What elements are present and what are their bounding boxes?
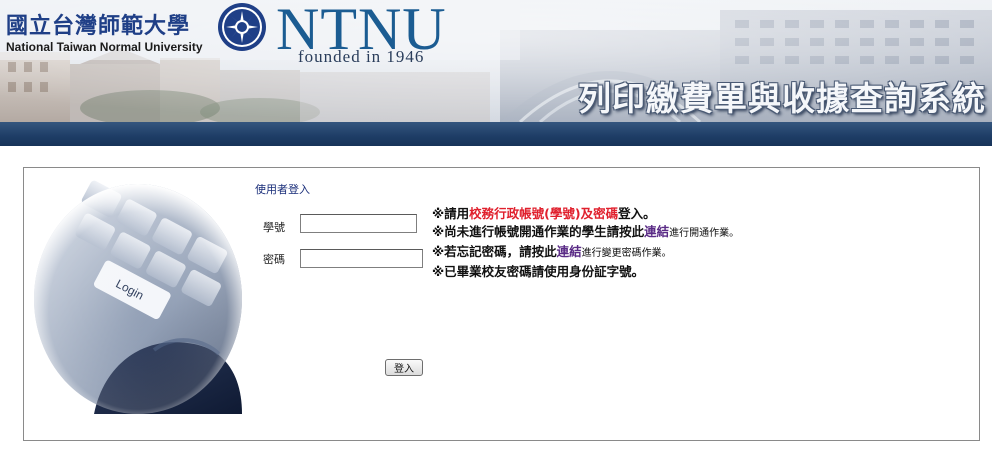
note-account-info: ※請用校務行政帳號(學號)及密碼登入。 [432, 205, 739, 223]
login-section-title: 使用者登入 [255, 183, 310, 196]
student-id-label: 學號 [263, 221, 285, 234]
note-text: ※尚未進行帳號開通作業的學生請按此 [432, 224, 645, 239]
note-text: ※請用 [432, 206, 470, 221]
note-text: ※若忘記密碼，請按此 [432, 244, 557, 259]
password-label: 密碼 [263, 253, 285, 266]
activate-account-link[interactable]: 連結 [644, 224, 669, 239]
note-activate-account: ※尚未進行帳號開通作業的學生請按此連結進行開通作業。 [432, 223, 739, 243]
change-password-link[interactable]: 連結 [557, 244, 582, 259]
note-highlight: 校務行政帳號(學號)及密碼 [469, 206, 619, 221]
university-seal-icon [218, 3, 266, 51]
university-name-chinese: 國立台灣師範大學 [6, 13, 191, 39]
note-text: 進行開通作業。 [669, 228, 740, 239]
note-text: 登入。 [618, 206, 656, 221]
university-name-english: National Taiwan Normal University [6, 40, 203, 54]
system-title: 列印繳費單與收據查詢系統 [578, 79, 986, 118]
header-accent-bar [0, 122, 992, 146]
note-text: 進行變更密碼作業。 [581, 248, 672, 259]
founded-year-text: founded in 1946 [298, 47, 425, 66]
note-alumni-password: ※已畢業校友密碼請使用身份証字號。 [432, 264, 645, 279]
login-instructions: ※請用校務行政帳號(學號)及密碼登入。 ※尚未進行帳號開通作業的學生請按此連結進… [432, 205, 739, 281]
student-id-input[interactable] [300, 214, 417, 233]
header-banner: 國立台灣師範大學 National Taiwan Normal Universi… [0, 0, 992, 122]
note-forgot-password: ※若忘記密碼，請按此連結進行變更密碼作業。 [432, 243, 739, 263]
login-button[interactable]: 登入 [385, 359, 423, 376]
password-input[interactable] [300, 249, 423, 268]
keyboard-login-key-image: Login [34, 180, 242, 414]
